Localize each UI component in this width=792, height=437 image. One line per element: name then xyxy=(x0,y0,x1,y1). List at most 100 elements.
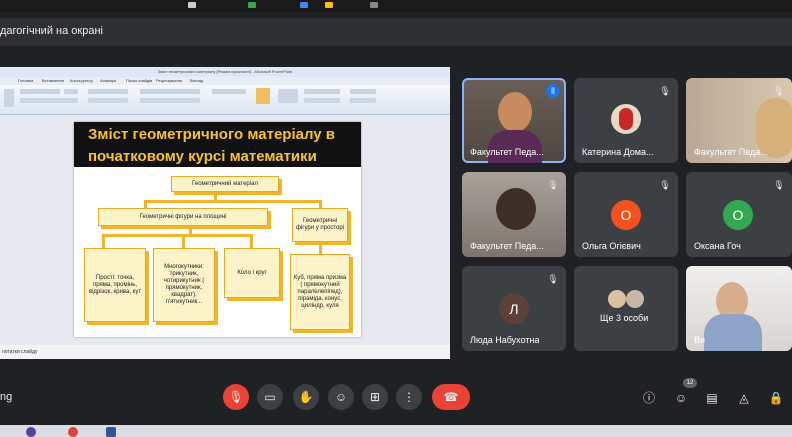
node-solids: Куб, пряма призма ( прямокутний паралеле… xyxy=(290,254,350,330)
participant-avatar: Л xyxy=(499,294,529,324)
node-geometric-material: Геометричний матеріал xyxy=(171,176,279,192)
mini-avatar xyxy=(626,290,644,308)
ribbon-tab[interactable]: Головна xyxy=(18,78,33,83)
ribbon-tabs: Головна Вставлення Конструктор Анімація … xyxy=(0,77,450,85)
tab-icon[interactable] xyxy=(325,2,333,8)
participant-head xyxy=(496,188,536,230)
text-direction[interactable] xyxy=(212,89,246,94)
paste-button[interactable] xyxy=(4,89,14,107)
node-circle: Коло і круг xyxy=(224,248,280,298)
slide: Зміст геометричного матеріалу в початков… xyxy=(74,122,361,337)
end-call-icon[interactable]: ☎ xyxy=(432,384,470,410)
participant-name: Люда Набухотна xyxy=(470,335,540,345)
participant-avatar xyxy=(611,104,641,134)
participant-name: Факультет Педа... xyxy=(470,241,544,251)
os-taskbar xyxy=(0,425,792,437)
participant-avatar: О xyxy=(611,200,641,230)
participant-name: Катерина Дома... xyxy=(582,147,654,157)
shape-fill[interactable] xyxy=(304,89,340,94)
present-icon[interactable]: ⊞ xyxy=(362,384,388,410)
self-tile[interactable]: 🎙 Ви xyxy=(686,266,792,351)
connector xyxy=(102,234,252,237)
participant-tile[interactable]: 🎙 Катерина Дома... xyxy=(574,78,678,163)
slides-group[interactable] xyxy=(140,98,200,103)
taskbar-app-icon[interactable] xyxy=(26,427,36,437)
format-buttons[interactable] xyxy=(20,98,78,103)
meet-window: дагогічний на окрані Зміст геометричного… xyxy=(0,0,792,437)
font-field[interactable] xyxy=(20,89,60,94)
node-simple-figures: Прості: точка, пряма, промінь, відрізок,… xyxy=(84,248,146,322)
call-controls-bar: ng 🎙 ▭ ✋ ☺ ⊞ ⋮ ☎ ⓘ ☺ ▤ ◬ 🔒 xyxy=(0,376,792,420)
info-icon[interactable]: ⓘ xyxy=(641,390,657,406)
ribbon-tab[interactable]: Конструктор xyxy=(70,78,93,83)
participant-name: Ольга Огієвич xyxy=(582,241,641,251)
shared-screen[interactable]: Зміст геометричного матеріалу [Режим сум… xyxy=(0,67,450,359)
others-tile[interactable]: Ще 3 особи xyxy=(574,266,678,351)
mic-off-icon[interactable]: 🎙 xyxy=(223,384,249,410)
node-space-figures: Геометричні фігури у просторі xyxy=(292,208,348,242)
word-icon[interactable] xyxy=(106,427,116,437)
meeting-title-bar: дагогічний на окрані xyxy=(0,18,792,46)
chrome-icon[interactable] xyxy=(68,427,78,437)
participant-tile[interactable]: О 🎙 Ольга Огієвич xyxy=(574,172,678,257)
participant-tile[interactable]: О 🎙 Оксана Гоч xyxy=(686,172,792,257)
connector xyxy=(102,234,105,249)
connector xyxy=(144,200,322,203)
paragraph-buttons[interactable] xyxy=(88,98,128,103)
chat-icon[interactable]: ▤ xyxy=(704,390,720,406)
mic-off-icon: 🎙 xyxy=(773,86,785,96)
participant-tile[interactable]: ⦀ Факультет Педа... xyxy=(462,78,566,163)
activities-icon[interactable]: ◬ xyxy=(736,390,752,406)
connector xyxy=(182,234,185,249)
slide-title-block: Зміст геометричного матеріалу в початков… xyxy=(74,122,361,167)
ppt-window-title: Зміст геометричного матеріалу [Режим сум… xyxy=(0,67,450,77)
others-label: Ще 3 особи xyxy=(600,313,649,323)
tab-icon[interactable] xyxy=(248,2,256,8)
ribbon-tab[interactable]: Показ слайдів xyxy=(126,78,152,83)
host-controls-icon[interactable]: 🔒 xyxy=(768,390,784,406)
paragraph-buttons[interactable] xyxy=(88,89,128,94)
shapes-button[interactable] xyxy=(256,88,270,104)
camera-off-icon[interactable]: ▭ xyxy=(257,384,283,410)
ribbon xyxy=(0,85,450,115)
connector xyxy=(250,234,253,249)
tab-icon[interactable] xyxy=(370,2,378,8)
mic-off-icon: 🎙 xyxy=(547,180,559,190)
participant-face xyxy=(498,92,532,132)
participant-tile[interactable]: Л 🎙 Люда Набухотна xyxy=(462,266,566,351)
ribbon-tab[interactable]: Вигляд xyxy=(190,78,203,83)
raise-hand-icon[interactable]: ✋ xyxy=(293,384,319,410)
replace-button[interactable] xyxy=(350,98,376,103)
speaking-indicator-icon: ⦀ xyxy=(546,84,560,98)
participant-name: Оксана Гоч xyxy=(694,241,741,251)
tab-icon[interactable] xyxy=(300,2,308,8)
slide-title-line2: початковому курсі математики xyxy=(88,148,317,165)
find-button[interactable] xyxy=(350,89,376,94)
participant-name: Ви xyxy=(694,335,706,345)
people-icon[interactable]: ☺ xyxy=(673,390,689,406)
node-polygons: Многокутники: трикутник, чотирикутник ( … xyxy=(153,248,215,322)
mini-avatar xyxy=(608,290,626,308)
participant-avatar: О xyxy=(723,200,753,230)
participant-tile[interactable]: 🎙 Факультет Педа... xyxy=(686,78,792,163)
emoji-icon[interactable]: ☺ xyxy=(328,384,354,410)
shape-outline[interactable] xyxy=(304,98,340,103)
arrange-button[interactable] xyxy=(278,89,298,103)
meeting-title: дагогічний на окрані xyxy=(0,25,103,37)
ribbon-tab[interactable]: Анімація xyxy=(100,78,116,83)
ribbon-tab[interactable]: Вставлення xyxy=(42,78,64,83)
mic-off-icon: 🎙 xyxy=(659,86,671,96)
browser-tab-strip xyxy=(0,0,792,12)
mic-off-icon: 🎙 xyxy=(773,180,785,190)
connector xyxy=(319,242,322,254)
ribbon-tab[interactable]: Рецензування xyxy=(156,78,182,83)
node-plane-figures: Геометричні фігури на площині xyxy=(98,208,268,226)
participant-name: Факультет Педа... xyxy=(470,147,544,157)
more-icon[interactable]: ⋮ xyxy=(396,384,422,410)
slides-group[interactable] xyxy=(140,89,200,94)
participant-tile[interactable]: 🎙 Факультет Педа... xyxy=(462,172,566,257)
tab-icon[interactable] xyxy=(188,2,196,8)
meeting-code: ng xyxy=(0,391,13,403)
slide-canvas: Зміст геометричного матеріалу в початков… xyxy=(0,115,450,345)
size-field[interactable] xyxy=(64,89,78,94)
